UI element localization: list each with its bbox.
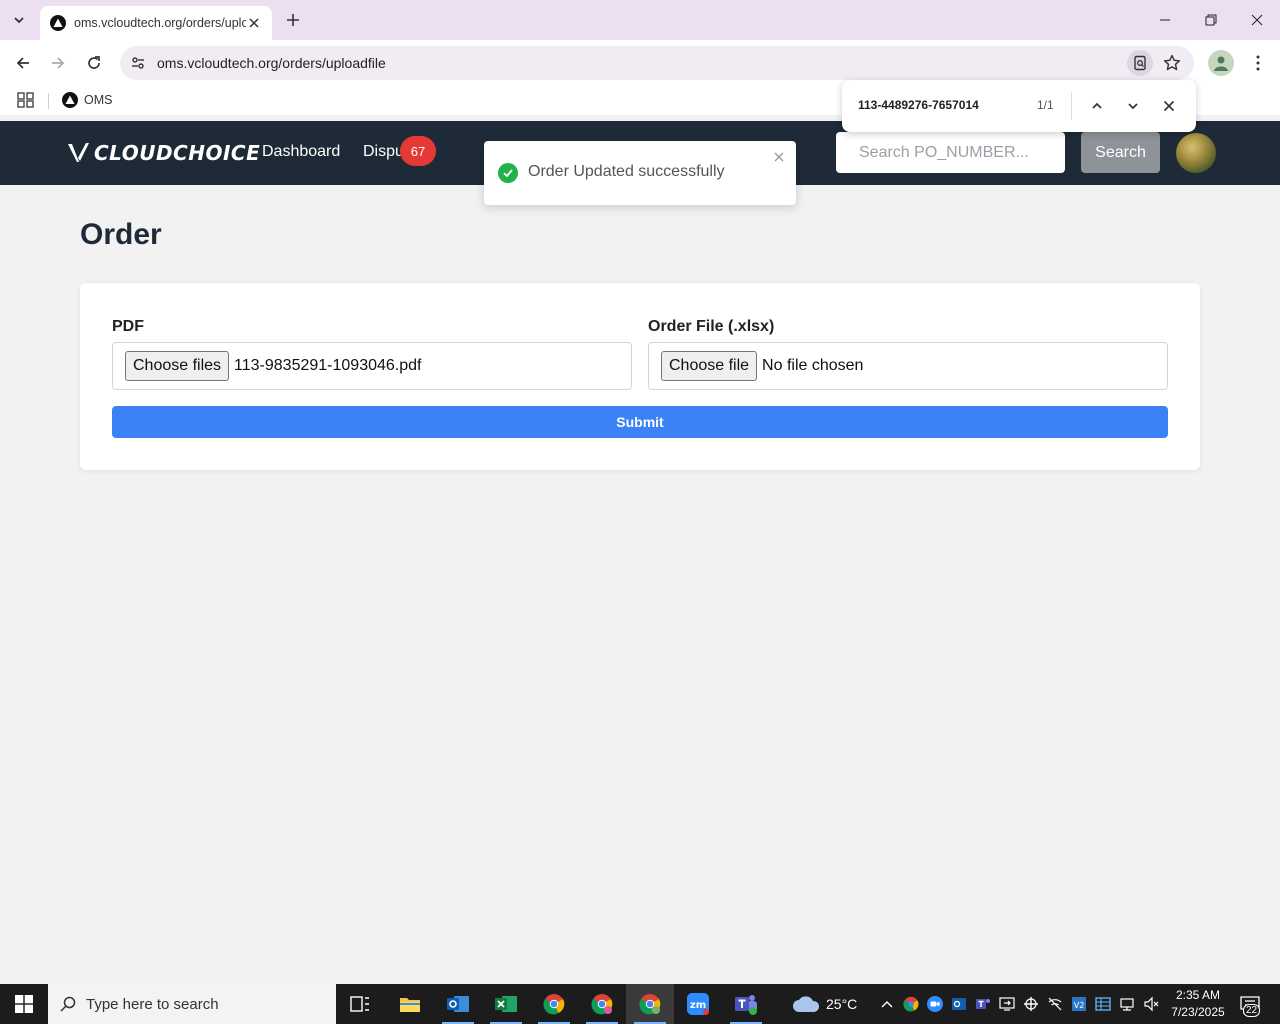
tray-network-off-icon[interactable]	[1045, 994, 1065, 1014]
bookmarks-divider	[48, 93, 49, 109]
more-menu-icon[interactable]	[1245, 50, 1271, 76]
cloud-icon	[793, 996, 820, 1012]
reload-icon[interactable]	[79, 48, 109, 78]
toast-close-icon[interactable]	[772, 150, 786, 164]
find-next-chevron-down-icon[interactable]	[1120, 93, 1146, 119]
submit-button[interactable]: Submit	[112, 406, 1168, 438]
order-choose-file-button[interactable]: Choose file	[661, 351, 758, 381]
taskbar-search-placeholder: Type here to search	[86, 995, 219, 1013]
tray-v2-app-icon[interactable]: V2	[1069, 994, 1089, 1014]
find-query-input[interactable]: 113-4489276-7657014	[858, 98, 979, 112]
browser-tab-strip: oms.vcloudtech.org/orders/uploadfile	[0, 0, 1280, 40]
pdf-choose-files-button[interactable]: Choose files	[125, 351, 230, 381]
svg-text:zm: zm	[690, 1000, 706, 1011]
address-bar[interactable]: oms.vcloudtech.org/orders/uploadfile	[120, 46, 1194, 80]
oms-favicon-icon	[50, 15, 66, 31]
bookmark-label: OMS	[84, 93, 113, 107]
minimize-icon[interactable]	[1148, 6, 1182, 34]
tray-wired-network-icon[interactable]	[1117, 994, 1137, 1014]
bookmark-oms[interactable]: OMS	[62, 90, 112, 110]
toast-message: Order Updated successfully	[528, 163, 725, 180]
find-in-page-bar: 113-4489276-7657014 1/1	[842, 80, 1196, 132]
po-number-search-input[interactable]	[836, 132, 1065, 173]
find-previous-chevron-up-icon[interactable]	[1084, 93, 1110, 119]
pdf-label: PDF	[112, 318, 144, 335]
tab-search-button[interactable]	[6, 8, 32, 32]
restore-icon[interactable]	[1194, 6, 1228, 34]
search-icon	[60, 996, 76, 1012]
weather-temperature: 25°C	[826, 996, 858, 1012]
taskbar-search-box[interactable]: Type here to search	[48, 984, 336, 1024]
weather-widget[interactable]: 25°C	[792, 984, 857, 1024]
tray-chrome-icon[interactable]	[901, 994, 921, 1014]
task-view-icon[interactable]	[336, 984, 384, 1024]
success-toast: Order Updated successfully	[484, 141, 796, 205]
page-title: Order	[80, 218, 162, 251]
tray-zoom-icon[interactable]	[925, 994, 945, 1014]
tray-outlook-icon[interactable]	[949, 994, 969, 1014]
pdf-file-name: 113-9835291-1093046.pdf	[234, 357, 422, 374]
chrome-profile-2-icon[interactable]	[578, 984, 626, 1024]
tray-grid-app-icon[interactable]	[1021, 994, 1041, 1014]
nav-dashboard-link[interactable]: Dashboard	[262, 143, 340, 161]
teams-icon[interactable]	[722, 984, 770, 1024]
tab-title: oms.vcloudtech.org/orders/uploadfile	[74, 16, 246, 30]
disputes-count-badge: 67	[400, 136, 436, 166]
browser-toolbar: oms.vcloudtech.org/orders/uploadfile	[0, 40, 1280, 85]
cloudchoice-logo[interactable]: CLOUDCHOICE	[66, 139, 260, 167]
tray-teams-icon[interactable]	[973, 994, 993, 1014]
taskbar-clock[interactable]: 2:35 AM 7/23/2025	[1162, 987, 1234, 1021]
new-tab-plus-icon[interactable]	[282, 9, 304, 31]
nav-disputes-link[interactable]: Dispu	[363, 143, 404, 161]
clock-date: 7/23/2025	[1171, 1005, 1225, 1019]
order-file-input[interactable]: Choose file No file chosen	[648, 342, 1168, 390]
forward-arrow-icon[interactable]	[43, 48, 73, 78]
user-avatar[interactable]	[1176, 133, 1216, 173]
find-in-page-icon[interactable]	[1127, 50, 1153, 76]
svg-text:V2: V2	[1074, 1001, 1085, 1010]
logo-v-mark-icon	[68, 143, 89, 162]
file-explorer-icon[interactable]	[386, 984, 434, 1024]
chrome-profile-3-icon[interactable]	[626, 984, 674, 1024]
clock-time: 2:35 AM	[1175, 988, 1221, 1002]
tray-table-app-icon[interactable]	[1093, 994, 1113, 1014]
excel-icon[interactable]	[482, 984, 530, 1024]
find-close-icon[interactable]	[1156, 93, 1182, 119]
outlook-icon[interactable]	[434, 984, 482, 1024]
url-text: oms.vcloudtech.org/orders/uploadfile	[157, 55, 386, 71]
tab-close-icon[interactable]	[246, 15, 262, 31]
window-close-icon[interactable]	[1240, 6, 1274, 34]
chevron-down-icon	[14, 17, 24, 24]
zoom-icon[interactable]: zm	[674, 984, 722, 1024]
logo-text: CLOUDCHOICE	[94, 141, 261, 165]
bookmark-star-icon[interactable]	[1159, 50, 1185, 76]
search-button[interactable]: Search	[1081, 132, 1160, 173]
order-file-label: Order File (.xlsx)	[648, 318, 775, 335]
oms-bookmark-icon	[62, 92, 78, 108]
profile-avatar-icon[interactable]	[1208, 50, 1234, 76]
notification-count-badge: 22	[1243, 1004, 1261, 1017]
order-file-name: No file chosen	[762, 357, 864, 374]
check-circle-icon	[498, 163, 518, 183]
chrome-profile-1-icon[interactable]	[530, 984, 578, 1024]
site-info-icon[interactable]	[123, 48, 153, 78]
browser-tab[interactable]: oms.vcloudtech.org/orders/uploadfile	[40, 6, 272, 40]
windows-taskbar: Type here to search zm 25°C V2 2:35 AM 7…	[0, 984, 1280, 1024]
windows-start-icon[interactable]	[0, 984, 48, 1024]
pdf-file-input[interactable]: Choose files 113-9835291-1093046.pdf	[112, 342, 632, 390]
upload-form-card: PDF Choose files 113-9835291-1093046.pdf…	[80, 283, 1200, 470]
back-arrow-icon[interactable]	[8, 48, 38, 78]
find-match-count: 1/1	[1037, 98, 1054, 112]
show-hidden-icons-chevron-up-icon[interactable]	[877, 994, 897, 1014]
find-divider	[1071, 92, 1072, 120]
tray-remote-icon[interactable]	[997, 994, 1017, 1014]
apps-grid-icon[interactable]	[16, 91, 36, 109]
volume-muted-icon[interactable]	[1141, 994, 1161, 1014]
